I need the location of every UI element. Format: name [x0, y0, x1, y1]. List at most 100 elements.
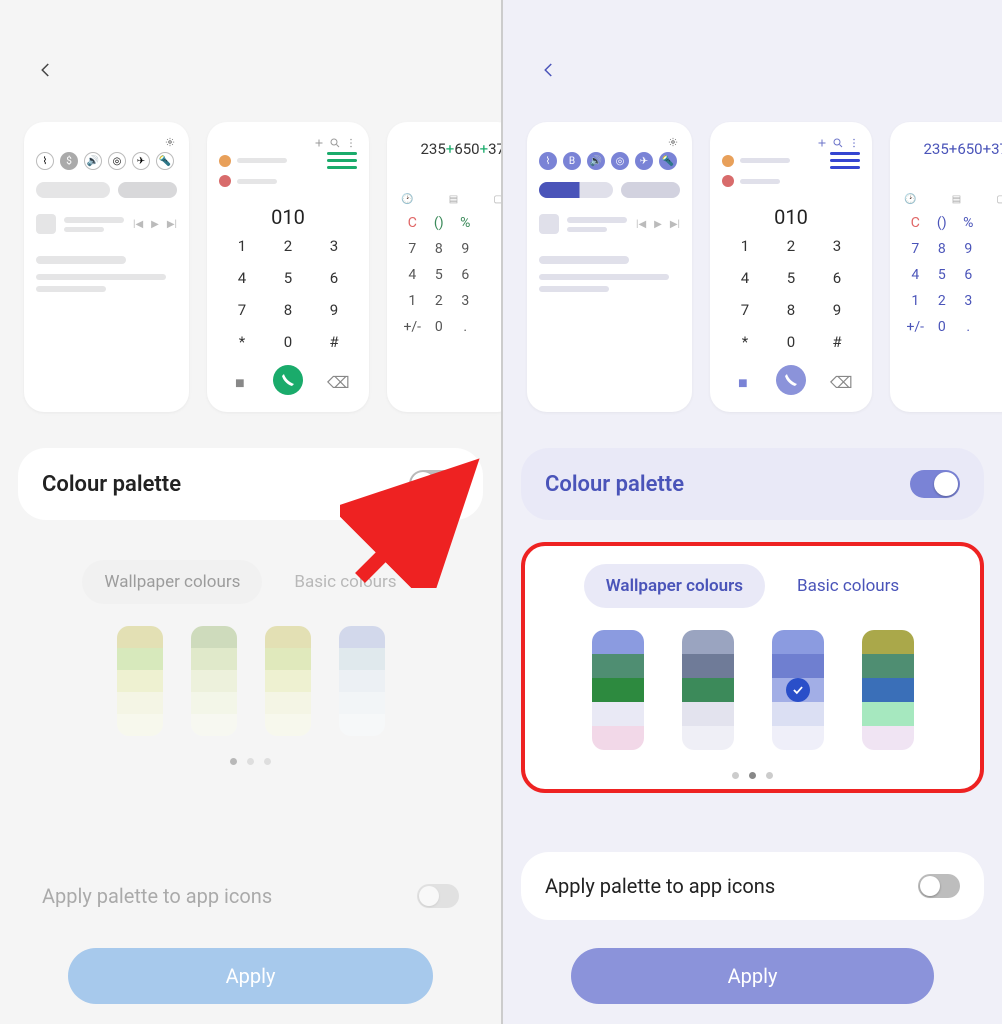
check-icon — [786, 678, 810, 702]
preview-dialer: 010 123 456 789 *0# ■ ⌫ — [207, 122, 369, 412]
screenshot-left: ⌇ $ 🔊 ◎ ✈ 🔦 |◀ ▶ — [0, 0, 501, 1024]
gear-icon — [668, 132, 678, 142]
palette-options-section: Wallpaper colours Basic colours — [18, 542, 483, 775]
volume-slider — [621, 182, 680, 198]
brightness-slider — [539, 182, 613, 198]
theme-preview-strip: ⌇ B 🔊 ◎ ✈ 🔦 |◀ ▶ — [527, 122, 1002, 412]
colour-palette-label: Colour palette — [42, 472, 181, 497]
tab-basic-colours[interactable]: Basic colours — [272, 560, 418, 604]
apply-button[interactable]: Apply — [68, 948, 433, 1004]
palette-swatch-0[interactable] — [592, 630, 644, 750]
palette-swatch-2[interactable] — [772, 630, 824, 750]
backspace-icon: ⌫ — [327, 373, 341, 387]
palette-swatch-3[interactable] — [339, 626, 385, 736]
chevron-left-icon — [540, 56, 558, 84]
calc-keypad: C()% 789 456 123 +/-0. — [399, 215, 501, 335]
plus-icon — [313, 134, 325, 146]
preview-calculator: 235+650+37 🕑▤▢ C()% 789 456 123 +/-0. — [387, 122, 501, 412]
backspace-icon: ⌫ — [830, 373, 844, 387]
play-icon: ▶ — [654, 219, 662, 230]
more-icon — [345, 134, 357, 146]
search-icon — [329, 134, 341, 146]
menu-icon — [327, 152, 357, 169]
keypad: 123 456 789 *0# — [722, 237, 860, 351]
wifi-icon: ⌇ — [36, 152, 54, 170]
more-icon — [848, 134, 860, 146]
preview-dialer: 010 123 456 789 *0# ■ ⌫ — [710, 122, 872, 412]
gear-icon — [165, 132, 175, 142]
chevron-left-icon — [37, 56, 55, 84]
next-icon: ▶| — [670, 219, 680, 230]
colour-palette-switch[interactable] — [409, 470, 459, 498]
plus-icon — [816, 134, 828, 146]
tab-basic-colours[interactable]: Basic colours — [775, 564, 921, 608]
colour-palette-toggle-row: Colour palette — [521, 448, 984, 520]
preview-quick-settings: ⌇ $ 🔊 ◎ ✈ 🔦 |◀ ▶ — [24, 122, 189, 412]
dialer-display: 010 — [219, 205, 357, 229]
back-button[interactable] — [537, 58, 561, 82]
video-call-icon: ■ — [235, 373, 249, 387]
sound-icon: 🔊 — [84, 152, 102, 170]
calc-keypad: C()% 789 456 123 +/-0. — [902, 215, 1002, 335]
keypad: 123 456 789 *0# — [219, 237, 357, 351]
play-icon: ▶ — [151, 219, 159, 230]
bluetooth-icon: $ — [60, 152, 78, 170]
prev-icon: |◀ — [636, 219, 646, 230]
video-call-icon: ■ — [738, 373, 752, 387]
apply-button[interactable]: Apply — [571, 948, 934, 1004]
palette-swatches — [535, 630, 970, 750]
prev-icon: |◀ — [133, 219, 143, 230]
palette-swatch-0[interactable] — [117, 626, 163, 736]
history-icon: 🕑 — [401, 194, 413, 205]
colour-palette-label: Colour palette — [545, 472, 684, 497]
album-art — [539, 214, 559, 234]
expand-icon: ▢ — [997, 194, 1002, 205]
palette-swatch-1[interactable] — [682, 630, 734, 750]
palette-swatch-2[interactable] — [265, 626, 311, 736]
sound-icon: 🔊 — [587, 152, 605, 170]
apply-to-app-icons-row: Apply palette to app icons — [18, 862, 483, 930]
apply-to-app-icons-label: Apply palette to app icons — [42, 884, 272, 908]
album-art — [36, 214, 56, 234]
call-button — [776, 365, 806, 395]
colour-palette-switch[interactable] — [910, 470, 960, 498]
palette-swatch-3[interactable] — [862, 630, 914, 750]
tab-wallpaper-colours[interactable]: Wallpaper colours — [584, 564, 765, 608]
location-icon: ◎ — [108, 152, 126, 170]
screenshot-right: ⌇ B 🔊 ◎ ✈ 🔦 |◀ ▶ — [501, 0, 1002, 1024]
volume-slider — [118, 182, 177, 198]
menu-icon — [830, 152, 860, 169]
palette-options-section: Wallpaper colours Basic colours — [521, 542, 984, 793]
calc-expression: 235+650+37 — [399, 140, 501, 158]
apply-to-app-icons-switch[interactable] — [417, 884, 459, 908]
expand-icon: ▢ — [494, 194, 501, 205]
apply-to-app-icons-switch[interactable] — [918, 874, 960, 898]
back-button[interactable] — [34, 58, 58, 82]
history-icon: 🕑 — [904, 194, 916, 205]
page-indicator — [535, 772, 970, 779]
flashlight-icon: 🔦 — [156, 152, 174, 170]
colour-palette-toggle-row: Colour palette — [18, 448, 483, 520]
palette-swatch-1[interactable] — [191, 626, 237, 736]
location-icon: ◎ — [611, 152, 629, 170]
airplane-icon: ✈ — [635, 152, 653, 170]
apply-to-app-icons-label: Apply palette to app icons — [545, 874, 775, 898]
call-button — [273, 365, 303, 395]
bluetooth-icon: B — [563, 152, 581, 170]
theme-preview-strip: ⌇ $ 🔊 ◎ ✈ 🔦 |◀ ▶ — [24, 122, 501, 412]
page-indicator — [28, 758, 473, 765]
wifi-icon: ⌇ — [539, 152, 557, 170]
flashlight-icon: 🔦 — [659, 152, 677, 170]
search-icon — [832, 134, 844, 146]
preview-quick-settings: ⌇ B 🔊 ◎ ✈ 🔦 |◀ ▶ — [527, 122, 692, 412]
next-icon: ▶| — [167, 219, 177, 230]
calc-expression: 235+650+37 — [902, 140, 1002, 158]
palette-swatches — [28, 626, 473, 736]
dialer-display: 010 — [722, 205, 860, 229]
brightness-slider — [36, 182, 110, 198]
preview-calculator: 235+650+37 🕑 ▤ ▢ C()% 789 456 123 +/-0. — [890, 122, 1002, 412]
apply-to-app-icons-row: Apply palette to app icons — [521, 852, 984, 920]
airplane-icon: ✈ — [132, 152, 150, 170]
tab-wallpaper-colours[interactable]: Wallpaper colours — [82, 560, 262, 604]
ruler-icon: ▤ — [952, 194, 961, 205]
